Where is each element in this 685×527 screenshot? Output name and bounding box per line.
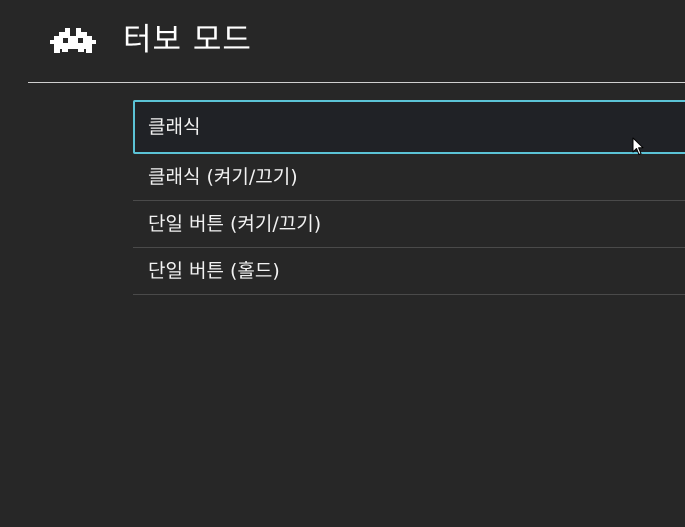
page-title: 터보 모드 (123, 22, 252, 58)
option-classic-toggle[interactable]: 클래식 (켜기/끄기) (133, 154, 685, 201)
turbo-mode-option-list: 클래식 클래식 (켜기/끄기) 단일 버튼 (켜기/끄기) 단일 버튼 (홀드) (133, 100, 685, 295)
header-divider (28, 82, 685, 83)
mouse-pointer-icon (632, 137, 644, 155)
option-label: 클래식 (148, 116, 201, 138)
option-single-button-hold[interactable]: 단일 버튼 (홀드) (133, 248, 685, 295)
option-single-button-toggle[interactable]: 단일 버튼 (켜기/끄기) (133, 201, 685, 248)
option-label: 단일 버튼 (켜기/끄기) (148, 213, 322, 235)
header: 터보 모드 (0, 0, 685, 82)
option-classic[interactable]: 클래식 (133, 100, 685, 154)
option-label: 단일 버튼 (홀드) (148, 260, 280, 282)
option-label: 클래식 (켜기/끄기) (148, 166, 298, 188)
app-window: 터보 모드 클래식 클래식 (켜기/끄기) 단일 버튼 (켜기/끄기) 단일 버… (0, 0, 685, 527)
retroarch-invader-icon (50, 28, 96, 53)
